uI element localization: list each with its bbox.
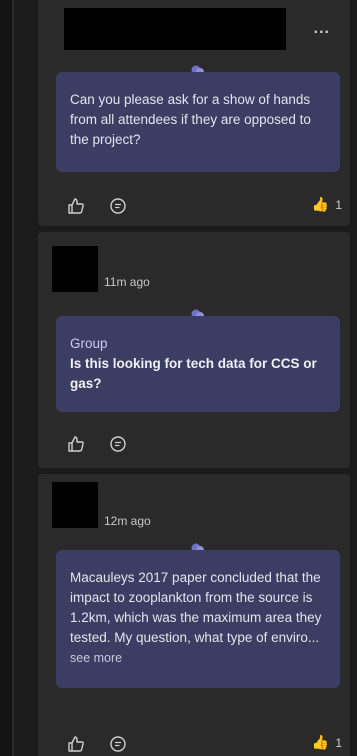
reaction-summary[interactable]: 👍 1 — [312, 734, 342, 751]
message-text: Can you please ask for a show of hands f… — [70, 92, 311, 147]
like-icon[interactable] — [66, 434, 86, 454]
message-text: Is this looking for tech data for CCS or… — [70, 356, 317, 391]
message-bubble: Can you please ask for a show of hands f… — [56, 72, 340, 172]
question-card-1: ... Can you please ask for a show of han… — [38, 0, 350, 226]
reply-icon[interactable] — [108, 434, 128, 454]
rail-divider — [12, 0, 14, 756]
thumbs-up-emoji-icon: 👍 — [311, 734, 330, 750]
avatar — [52, 246, 98, 292]
group-label: Group — [70, 336, 108, 351]
message-text: Macauleys 2017 paper concluded that the … — [70, 570, 322, 645]
message-bubble: Macauleys 2017 paper concluded that the … — [56, 550, 340, 688]
qa-feed: ... Can you please ask for a show of han… — [0, 0, 357, 756]
reply-icon[interactable] — [108, 196, 128, 216]
redacted-author — [64, 8, 286, 50]
see-more-link[interactable]: see more — [70, 648, 326, 668]
message-bubble: Group Is this looking for tech data for … — [56, 316, 340, 412]
reaction-count: 1 — [335, 735, 342, 750]
more-options-button[interactable]: ... — [314, 21, 330, 37]
thumbs-up-emoji-icon: 👍 — [311, 196, 330, 212]
avatar — [52, 482, 98, 528]
like-icon[interactable] — [66, 734, 86, 754]
timestamp: 11m ago — [104, 275, 150, 289]
like-icon[interactable] — [66, 196, 86, 216]
reply-icon[interactable] — [108, 734, 128, 754]
question-card-2: 11m ago Group Is this looking for tech d… — [38, 232, 350, 468]
reaction-count: 1 — [335, 197, 342, 212]
reaction-summary[interactable]: 👍 1 — [312, 196, 342, 213]
timestamp: 12m ago — [104, 514, 151, 528]
question-card-3: 12m ago Macauleys 2017 paper concluded t… — [38, 474, 350, 756]
